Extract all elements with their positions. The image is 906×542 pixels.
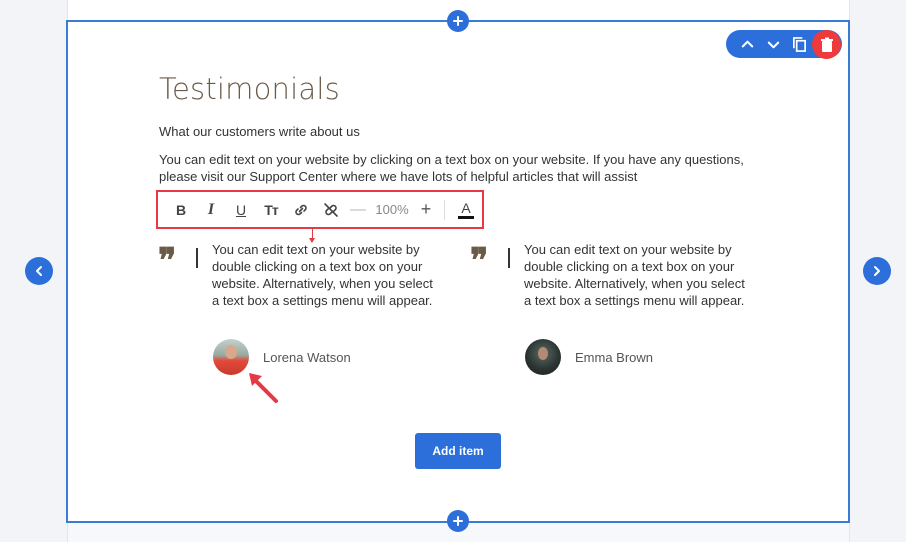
chevron-right-icon [874, 266, 880, 276]
text-size-button[interactable]: Tт [256, 195, 286, 225]
testimonial-author[interactable]: Emma Brown [575, 350, 653, 365]
text-cursor-bar [196, 248, 198, 268]
testimonial-author[interactable]: Lorena Watson [263, 350, 351, 365]
text-cursor-bar [508, 248, 510, 268]
move-up-button[interactable] [734, 30, 760, 58]
pointer-arrow-icon [249, 373, 278, 403]
italic-button[interactable]: I [196, 195, 226, 225]
add-section-below-button[interactable] [447, 510, 469, 532]
trash-icon [820, 37, 833, 52]
move-down-button[interactable] [760, 30, 786, 58]
next-slide-button[interactable] [863, 257, 891, 285]
section-title[interactable]: Testimonials [159, 72, 340, 106]
quote-icon: ❞ [158, 241, 177, 281]
text-size-value: 100% [375, 202, 409, 217]
quote-icon: ❞ [470, 241, 489, 281]
link-icon [295, 204, 307, 215]
duplicate-button[interactable] [786, 30, 812, 58]
section-subtitle[interactable]: What our customers write about us [159, 124, 360, 139]
add-item-button[interactable]: Add item [415, 433, 501, 469]
chevron-down-icon [767, 41, 779, 48]
unlink-icon [324, 202, 338, 217]
chevron-left-icon [36, 266, 42, 276]
toolbar-divider [444, 199, 445, 220]
add-section-above-button[interactable] [447, 10, 469, 32]
plus-icon [453, 16, 463, 26]
unlink-button[interactable] [316, 195, 346, 225]
text-color-label: A [461, 199, 471, 216]
testimonial-text[interactable]: You can edit text on your website by dou… [212, 241, 434, 309]
bold-button[interactable]: B [166, 195, 196, 225]
underline-button[interactable]: U [226, 195, 256, 225]
avatar[interactable] [525, 339, 561, 375]
previous-slide-button[interactable] [25, 257, 53, 285]
section-paragraph[interactable]: You can edit text on your website by cli… [159, 151, 759, 185]
delete-section-button[interactable] [812, 30, 841, 59]
link-button[interactable] [286, 195, 316, 225]
copy-icon [792, 36, 806, 52]
chevron-up-icon [741, 40, 753, 47]
increase-size-button[interactable]: + [414, 195, 438, 225]
testimonial-text[interactable]: You can edit text on your website by dou… [524, 241, 746, 309]
text-color-swatch [458, 215, 474, 219]
text-color-button[interactable]: A [451, 195, 481, 225]
decrease-size-button[interactable]: — [346, 195, 370, 225]
plus-icon [453, 516, 463, 526]
avatar[interactable] [213, 339, 249, 375]
text-format-toolbar: B I U Tт — 100% + A [156, 190, 484, 229]
